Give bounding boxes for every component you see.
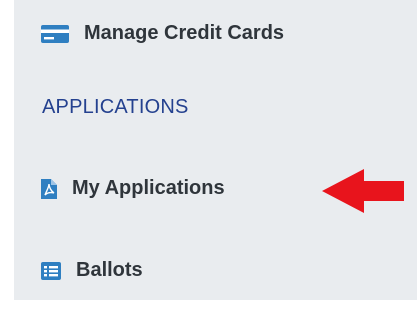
credit-card-icon	[40, 23, 70, 45]
sidebar-item-label: Ballots	[76, 259, 143, 281]
sidebar-item-label: Manage Credit Cards	[84, 22, 285, 44]
pdf-file-icon	[40, 178, 58, 200]
list-icon	[40, 261, 62, 281]
section-heading-applications: APPLICATIONS	[42, 96, 189, 118]
sidebar-item-label: My Applications	[72, 177, 225, 199]
sidebar-item-ballots[interactable]: Ballots	[40, 259, 143, 282]
sidebar-item-manage-credit-cards[interactable]: Manage Credit Cards	[40, 22, 284, 45]
red-arrow-icon	[322, 166, 406, 221]
sidebar-panel: Manage Credit Cards APPLICATIONS My Appl…	[14, 0, 417, 300]
sidebar-item-my-applications[interactable]: My Applications	[40, 177, 225, 200]
